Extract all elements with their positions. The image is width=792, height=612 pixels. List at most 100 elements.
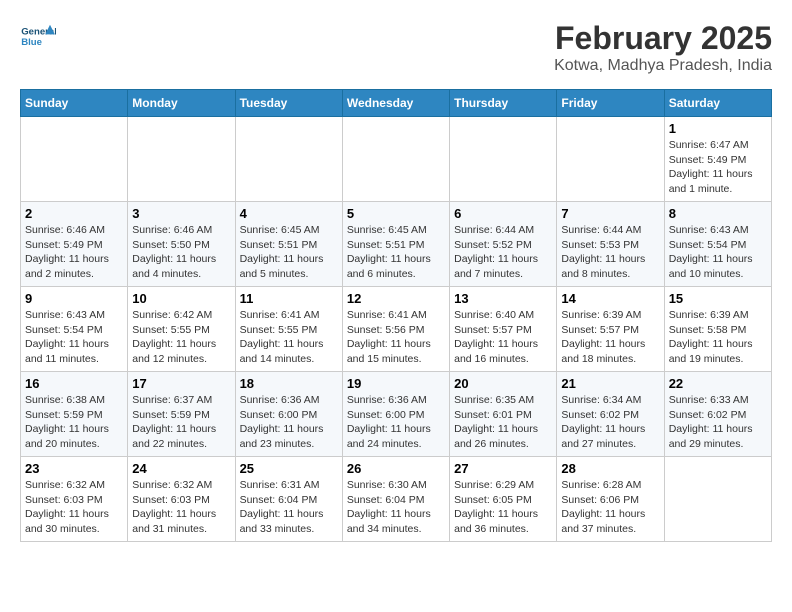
calendar-col-header: Wednesday	[342, 90, 449, 117]
calendar-week-row: 9Sunrise: 6:43 AMSunset: 5:54 PMDaylight…	[21, 287, 772, 372]
day-info: Sunrise: 6:47 AMSunset: 5:49 PMDaylight:…	[669, 138, 767, 197]
calendar-day-cell: 2 Sunrise: 6:46 AMSunset: 5:49 PMDaylight…	[21, 202, 128, 287]
calendar-day-cell: 24 Sunrise: 6:32 AMSunset: 6:03 PMDayligh…	[128, 457, 235, 542]
calendar-col-header: Monday	[128, 90, 235, 117]
day-number: 3	[132, 206, 230, 221]
day-info: Sunrise: 6:42 AMSunset: 5:55 PMDaylight:…	[132, 308, 230, 367]
calendar-day-cell: 3 Sunrise: 6:46 AMSunset: 5:50 PMDaylight…	[128, 202, 235, 287]
calendar-day-cell: 4Sunrise: 6:45 AMSunset: 5:51 PMDaylight…	[235, 202, 342, 287]
calendar-week-row: 23 Sunrise: 6:32 AMSunset: 6:03 PMDayligh…	[21, 457, 772, 542]
calendar-day-cell	[235, 117, 342, 202]
calendar-day-cell: 9Sunrise: 6:43 AMSunset: 5:54 PMDaylight…	[21, 287, 128, 372]
calendar-day-cell: 15 Sunrise: 6:39 AMSunset: 5:58 PMDayligh…	[664, 287, 771, 372]
calendar-day-cell: 18 Sunrise: 6:36 AMSunset: 6:00 PMDayligh…	[235, 372, 342, 457]
calendar-day-cell: 11 Sunrise: 6:41 AMSunset: 5:55 PMDayligh…	[235, 287, 342, 372]
page-subtitle: Kotwa, Madhya Pradesh, India	[554, 57, 772, 75]
calendar-col-header: Saturday	[664, 90, 771, 117]
calendar-day-cell: 10 Sunrise: 6:42 AMSunset: 5:55 PMDayligh…	[128, 287, 235, 372]
day-number: 7	[561, 206, 659, 221]
day-number: 5	[347, 206, 445, 221]
day-number: 21	[561, 376, 659, 391]
day-number: 9	[25, 291, 123, 306]
day-info: Sunrise: 6:41 AMSunset: 5:55 PMDaylight:…	[240, 308, 338, 367]
day-info: Sunrise: 6:40 AMSunset: 5:57 PMDaylight:…	[454, 308, 552, 367]
day-info: Sunrise: 6:44 AMSunset: 5:52 PMDaylight:…	[454, 223, 552, 282]
calendar-day-cell: 26 Sunrise: 6:30 AMSunset: 6:04 PMDayligh…	[342, 457, 449, 542]
calendar-day-cell	[128, 117, 235, 202]
day-number: 16	[25, 376, 123, 391]
calendar-day-cell: 22 Sunrise: 6:33 AMSunset: 6:02 PMDayligh…	[664, 372, 771, 457]
day-info: Sunrise: 6:43 AMSunset: 5:54 PMDaylight:…	[669, 223, 767, 282]
day-info: Sunrise: 6:32 AMSunset: 6:03 PMDaylight:…	[132, 478, 230, 537]
calendar-body: 1 Sunrise: 6:47 AMSunset: 5:49 PMDaylight…	[21, 117, 772, 542]
day-info: Sunrise: 6:46 AMSunset: 5:50 PMDaylight:…	[132, 223, 230, 282]
day-number: 14	[561, 291, 659, 306]
day-info: Sunrise: 6:46 AMSunset: 5:49 PMDaylight:…	[25, 223, 123, 282]
day-number: 19	[347, 376, 445, 391]
day-info: Sunrise: 6:35 AMSunset: 6:01 PMDaylight:…	[454, 393, 552, 452]
calendar-day-cell: 21 Sunrise: 6:34 AMSunset: 6:02 PMDayligh…	[557, 372, 664, 457]
calendar-day-cell: 13 Sunrise: 6:40 AMSunset: 5:57 PMDayligh…	[450, 287, 557, 372]
calendar-day-cell: 1 Sunrise: 6:47 AMSunset: 5:49 PMDaylight…	[664, 117, 771, 202]
day-info: Sunrise: 6:44 AMSunset: 5:53 PMDaylight:…	[561, 223, 659, 282]
calendar-day-cell	[664, 457, 771, 542]
calendar-day-cell: 14 Sunrise: 6:39 AMSunset: 5:57 PMDayligh…	[557, 287, 664, 372]
day-number: 23	[25, 461, 123, 476]
day-info: Sunrise: 6:33 AMSunset: 6:02 PMDaylight:…	[669, 393, 767, 452]
day-number: 6	[454, 206, 552, 221]
day-info: Sunrise: 6:36 AMSunset: 6:00 PMDaylight:…	[347, 393, 445, 452]
day-number: 12	[347, 291, 445, 306]
day-number: 25	[240, 461, 338, 476]
title-section: February 2025 Kotwa, Madhya Pradesh, Ind…	[554, 20, 772, 75]
calendar-week-row: 2 Sunrise: 6:46 AMSunset: 5:49 PMDaylight…	[21, 202, 772, 287]
calendar-day-cell	[450, 117, 557, 202]
day-info: Sunrise: 6:29 AMSunset: 6:05 PMDaylight:…	[454, 478, 552, 537]
day-info: Sunrise: 6:41 AMSunset: 5:56 PMDaylight:…	[347, 308, 445, 367]
page-title: February 2025	[554, 20, 772, 57]
calendar-day-cell: 28 Sunrise: 6:28 AMSunset: 6:06 PMDayligh…	[557, 457, 664, 542]
day-info: Sunrise: 6:34 AMSunset: 6:02 PMDaylight:…	[561, 393, 659, 452]
calendar-col-header: Sunday	[21, 90, 128, 117]
day-info: Sunrise: 6:45 AMSunset: 5:51 PMDaylight:…	[240, 223, 338, 282]
day-number: 20	[454, 376, 552, 391]
day-info: Sunrise: 6:38 AMSunset: 5:59 PMDaylight:…	[25, 393, 123, 452]
calendar-day-cell	[342, 117, 449, 202]
calendar-week-row: 16 Sunrise: 6:38 AMSunset: 5:59 PMDayligh…	[21, 372, 772, 457]
day-info: Sunrise: 6:39 AMSunset: 5:58 PMDaylight:…	[669, 308, 767, 367]
calendar-col-header: Thursday	[450, 90, 557, 117]
calendar-day-cell: 17Sunrise: 6:37 AMSunset: 5:59 PMDayligh…	[128, 372, 235, 457]
day-number: 18	[240, 376, 338, 391]
calendar-week-row: 1 Sunrise: 6:47 AMSunset: 5:49 PMDaylight…	[21, 117, 772, 202]
day-number: 27	[454, 461, 552, 476]
calendar-day-cell: 20 Sunrise: 6:35 AMSunset: 6:01 PMDayligh…	[450, 372, 557, 457]
calendar-day-cell: 19 Sunrise: 6:36 AMSunset: 6:00 PMDayligh…	[342, 372, 449, 457]
day-info: Sunrise: 6:28 AMSunset: 6:06 PMDaylight:…	[561, 478, 659, 537]
day-info: Sunrise: 6:36 AMSunset: 6:00 PMDaylight:…	[240, 393, 338, 452]
calendar-col-header: Tuesday	[235, 90, 342, 117]
calendar-day-cell: 27 Sunrise: 6:29 AMSunset: 6:05 PMDayligh…	[450, 457, 557, 542]
day-info: Sunrise: 6:30 AMSunset: 6:04 PMDaylight:…	[347, 478, 445, 537]
day-number: 22	[669, 376, 767, 391]
day-number: 24	[132, 461, 230, 476]
day-number: 8	[669, 206, 767, 221]
calendar-day-cell: 8 Sunrise: 6:43 AMSunset: 5:54 PMDaylight…	[664, 202, 771, 287]
day-number: 1	[669, 121, 767, 136]
day-info: Sunrise: 6:31 AMSunset: 6:04 PMDaylight:…	[240, 478, 338, 537]
calendar-day-cell: 6 Sunrise: 6:44 AMSunset: 5:52 PMDaylight…	[450, 202, 557, 287]
calendar-day-cell: 23 Sunrise: 6:32 AMSunset: 6:03 PMDayligh…	[21, 457, 128, 542]
calendar-day-cell: 12 Sunrise: 6:41 AMSunset: 5:56 PMDayligh…	[342, 287, 449, 372]
day-info: Sunrise: 6:32 AMSunset: 6:03 PMDaylight:…	[25, 478, 123, 537]
day-number: 11	[240, 291, 338, 306]
day-info: Sunrise: 6:45 AMSunset: 5:51 PMDaylight:…	[347, 223, 445, 282]
day-number: 26	[347, 461, 445, 476]
calendar-table: SundayMondayTuesdayWednesdayThursdayFrid…	[20, 89, 772, 542]
day-number: 13	[454, 291, 552, 306]
day-number: 2	[25, 206, 123, 221]
logo-icon: General Blue	[20, 20, 56, 56]
day-info: Sunrise: 6:39 AMSunset: 5:57 PMDaylight:…	[561, 308, 659, 367]
day-number: 10	[132, 291, 230, 306]
day-number: 15	[669, 291, 767, 306]
calendar-col-header: Friday	[557, 90, 664, 117]
calendar-day-cell: 25 Sunrise: 6:31 AMSunset: 6:04 PMDayligh…	[235, 457, 342, 542]
day-number: 28	[561, 461, 659, 476]
